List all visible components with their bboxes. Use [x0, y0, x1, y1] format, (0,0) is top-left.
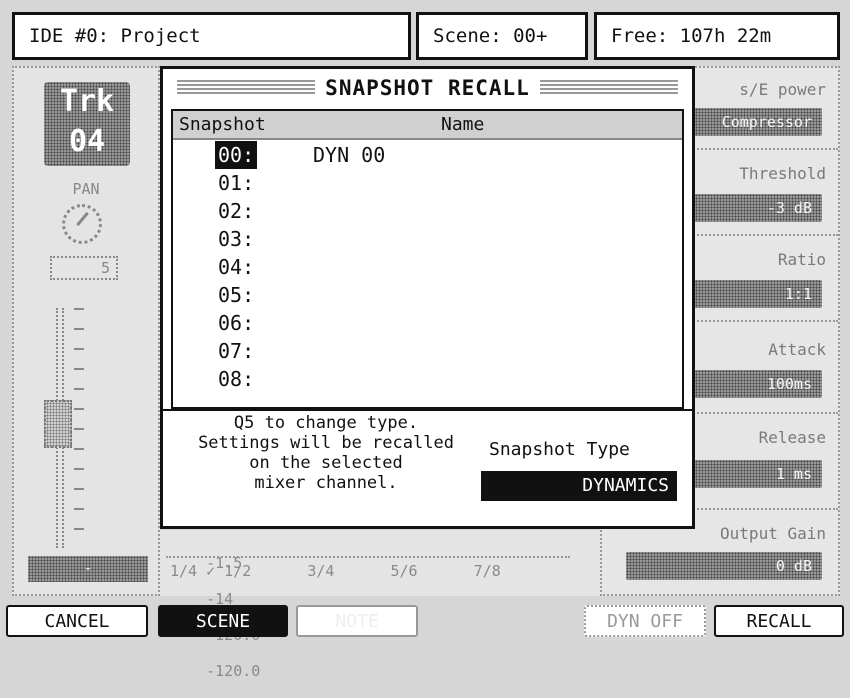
snapshot-number: 05: — [218, 283, 255, 307]
dialog-title: SNAPSHOT RECALL — [315, 76, 540, 100]
list-item[interactable]: 05: — [173, 281, 682, 309]
fader-handle[interactable] — [44, 400, 72, 448]
snapshot-number: 02: — [218, 199, 255, 223]
ratio-value: 1:1 — [784, 285, 812, 303]
free-space-indicator: Free: 107h 22m — [594, 12, 840, 60]
list-item[interactable]: 01: — [173, 169, 682, 197]
scene-indicator: Scene: 00+ — [416, 12, 588, 60]
snapshot-number: 01: — [218, 171, 255, 195]
list-item[interactable]: 04: — [173, 253, 682, 281]
level-display: - — [28, 556, 148, 582]
meter-divider — [166, 556, 570, 558]
cancel-button[interactable]: CANCEL — [6, 605, 148, 637]
dialog-divider — [163, 409, 692, 411]
list-header: Snapshot Name — [173, 111, 682, 140]
snapshot-list: Snapshot Name 00: DYN 00 01: 02: 03: 04:… — [171, 109, 684, 409]
pan-value: 5 — [100, 259, 110, 277]
attack-value: 100ms — [766, 375, 812, 393]
list-item[interactable]: 03: — [173, 225, 682, 253]
output-gain-field[interactable]: 0 dB — [626, 552, 822, 580]
list-item[interactable]: 06: — [173, 309, 682, 337]
snapshot-number: 00: — [215, 141, 258, 169]
attack-label: Attack — [768, 340, 826, 359]
snapshot-number: 07: — [218, 339, 255, 363]
panel-title: s/E power — [739, 80, 826, 99]
dynamics-type-value: Compressor — [721, 113, 812, 131]
snapshot-type-label: Snapshot Type — [489, 439, 630, 460]
meter-area: -1.5 -14 -120.0 -120.0 1/4 ✓ 1/2 3/4 5/6… — [160, 530, 600, 680]
help-line: mixer channel. — [254, 473, 398, 493]
meter-ratio-2: 3/4 — [307, 562, 335, 580]
threshold-label: Threshold — [739, 164, 826, 183]
snapshot-number: 08: — [218, 367, 255, 391]
list-item[interactable]: 08: — [173, 365, 682, 393]
snapshot-number: 04: — [218, 255, 255, 279]
meter-ratio-1: 1/4 ✓ 1/2 — [170, 562, 252, 580]
track-label: Trk — [59, 84, 115, 119]
meter-ratio-3: 5/6 — [390, 562, 418, 580]
note-button[interactable]: NOTE — [296, 605, 418, 637]
col-snapshot-header: Snapshot — [179, 114, 266, 135]
snapshot-type-value: DYNAMICS — [582, 475, 669, 496]
meter-row-ratios: 1/4 ✓ 1/2 3/4 5/6 7/8 — [170, 562, 501, 580]
meter-ratio-4: 7/8 — [473, 562, 501, 580]
pan-label: PAN — [72, 180, 100, 198]
threshold-value: -3 dB — [766, 199, 812, 217]
dialog-title-bar: SNAPSHOT RECALL — [163, 73, 692, 103]
col-name-header: Name — [441, 114, 485, 135]
scene-button[interactable]: SCENE — [158, 605, 288, 637]
list-item[interactable]: 07: — [173, 337, 682, 365]
channel-strip: Trk 04 PAN 5 - — [12, 66, 160, 596]
list-item[interactable]: 00: DYN 00 — [173, 141, 682, 169]
pan-knob-icon[interactable] — [62, 204, 102, 244]
dyn-off-button[interactable]: DYN OFF — [584, 605, 706, 637]
track-number: 04 — [68, 124, 106, 159]
fader-scale — [74, 308, 84, 548]
project-title: IDE #0: Project — [12, 12, 411, 60]
list-item[interactable]: 02: — [173, 197, 682, 225]
release-label: Release — [758, 428, 826, 447]
snapshot-number: 06: — [218, 311, 255, 335]
help-line: Settings will be recalled — [198, 433, 454, 453]
recall-button[interactable]: RECALL — [714, 605, 844, 637]
release-value: 1 ms — [775, 465, 812, 483]
level-value: - — [83, 561, 93, 577]
snapshot-type-selector[interactable]: DYNAMICS — [481, 471, 677, 501]
help-line: Q5 to change type. — [233, 413, 419, 433]
meter-value-4: -120.0 — [206, 662, 261, 680]
ratio-label: Ratio — [777, 250, 826, 269]
snapshot-name: DYN 00 — [313, 143, 386, 167]
snapshot-recall-dialog: SNAPSHOT RECALL Snapshot Name 00: DYN 00… — [160, 66, 695, 529]
output-gain-label: Output Gain — [720, 524, 826, 543]
help-line: on the selected — [249, 453, 403, 473]
pan-value-field[interactable]: 5 — [50, 256, 118, 280]
output-gain-value: 0 dB — [775, 557, 812, 575]
snapshot-number: 03: — [218, 227, 255, 251]
track-badge: Trk 04 — [44, 82, 130, 166]
help-text: Q5 to change type. Settings will be reca… — [171, 413, 481, 493]
